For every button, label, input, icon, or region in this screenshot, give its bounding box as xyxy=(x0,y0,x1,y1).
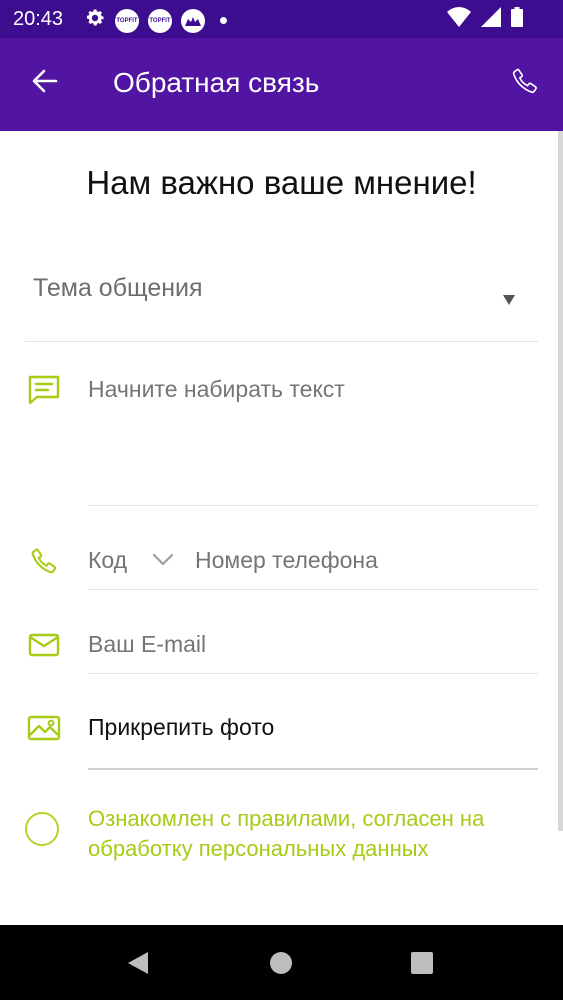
app-bar: Обратная связь xyxy=(0,38,563,131)
email-placeholder: Ваш E-mail xyxy=(88,631,207,657)
mail-icon xyxy=(28,633,60,662)
call-button[interactable] xyxy=(500,58,550,108)
consent-label[interactable]: Ознакомлен с правилами, согласен на обра… xyxy=(88,804,538,864)
app-logo-icon xyxy=(181,8,205,33)
signal-icon xyxy=(481,7,501,32)
image-icon xyxy=(27,715,61,746)
message-input[interactable]: Начните набирать текст xyxy=(88,371,538,506)
phone-icon xyxy=(511,66,539,101)
wifi-icon xyxy=(447,7,471,32)
notification-dot-icon xyxy=(220,17,227,24)
message-placeholder: Начните набирать текст xyxy=(88,376,345,402)
phone-placeholder: Номер телефона xyxy=(195,547,378,573)
battery-icon xyxy=(511,7,523,32)
back-button[interactable] xyxy=(22,60,68,106)
nav-back-icon[interactable] xyxy=(128,952,148,974)
topfit-badge: TOPFIT xyxy=(115,8,139,33)
status-bar: 20:43 TOPFIT TOPFIT xyxy=(0,0,563,38)
status-right-icons xyxy=(447,7,523,32)
phone-field-icon xyxy=(30,545,58,582)
nav-recent-apps-icon[interactable] xyxy=(411,952,433,974)
dropdown-arrow-icon xyxy=(503,295,515,305)
system-nav-bar xyxy=(0,925,563,1000)
feedback-form: Нам важно ваше мнение! Тема общения Начн… xyxy=(0,131,563,925)
attach-photo-label: Прикрепить фото xyxy=(88,714,275,740)
arrow-left-icon xyxy=(32,69,58,98)
nav-home-icon[interactable] xyxy=(270,952,292,974)
topfit-badge: TOPFIT xyxy=(148,8,172,33)
message-icon xyxy=(28,375,60,410)
scrollbar[interactable] xyxy=(558,131,563,831)
topic-select[interactable]: Тема общения xyxy=(25,256,538,342)
attach-photo-button[interactable]: Прикрепить фото xyxy=(88,701,538,770)
status-time: 20:43 xyxy=(13,8,64,30)
topic-placeholder: Тема общения xyxy=(33,274,203,302)
page-title: Обратная связь xyxy=(113,67,320,98)
phone-code-select[interactable]: Код xyxy=(88,535,181,590)
gear-icon xyxy=(84,7,106,34)
status-icons: TOPFIT TOPFIT xyxy=(84,7,227,34)
form-headline: Нам важно ваше мнение! xyxy=(86,164,477,201)
phone-code-label: Код xyxy=(88,547,128,573)
email-input[interactable]: Ваш E-mail xyxy=(88,619,538,674)
chevron-down-icon xyxy=(152,553,174,572)
consent-radio[interactable] xyxy=(25,812,59,846)
phone-number-input[interactable]: Номер телефона xyxy=(181,535,538,590)
